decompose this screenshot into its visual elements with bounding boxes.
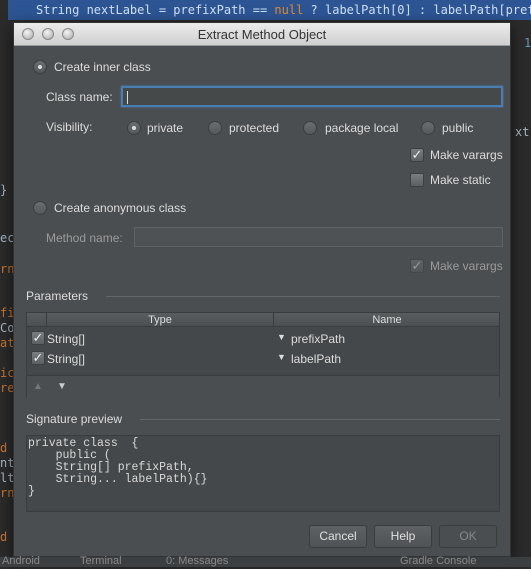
parameter-include-checkbox[interactable]: ✓: [31, 331, 45, 345]
visibility-protected-radio[interactable]: [208, 121, 222, 135]
parameters-divider: [106, 296, 500, 297]
signature-preview-text: private class { public ( String[] prefix…: [26, 435, 500, 512]
signature-preview-divider: [140, 419, 500, 420]
table-toolbar: ▲ ▼: [27, 375, 499, 399]
editor-highlighted-line: String nextLabel = prefixPath == null ? …: [0, 0, 531, 20]
make-static-label: Make static: [430, 173, 491, 187]
class-name-label: Class name:: [46, 90, 113, 104]
table-row[interactable]: ✓ String[] ▼ labelPath: [27, 348, 499, 368]
parameter-type: String[]: [47, 332, 86, 346]
dialog-title: Extract Method Object: [197, 27, 327, 42]
make-varargs-label: Make varargs: [430, 148, 503, 162]
parameter-include-checkbox[interactable]: ✓: [31, 351, 45, 365]
class-name-input[interactable]: [121, 86, 503, 107]
column-header-type[interactable]: Type: [46, 313, 273, 327]
code-fragment: }: [0, 183, 8, 197]
create-inner-class-label: Create inner class: [54, 60, 151, 74]
parameters-table: Type Name ✓ String[] ▼ prefixPath ✓ Stri…: [26, 312, 500, 399]
minimize-window-button[interactable]: [42, 28, 54, 40]
cancel-button[interactable]: Cancel: [309, 525, 367, 548]
extract-method-object-dialog: Extract Method Object Create inner class…: [13, 22, 511, 557]
close-window-button[interactable]: [22, 28, 34, 40]
zoom-window-button[interactable]: [62, 28, 74, 40]
make-varargs-checkbox[interactable]: ✓: [410, 148, 424, 162]
parameter-type: String[]: [47, 352, 86, 366]
table-row[interactable]: ✓ String[] ▼ prefixPath: [27, 328, 499, 348]
method-name-input[interactable]: [134, 227, 503, 247]
create-anonymous-class-radio[interactable]: [33, 201, 47, 215]
visibility-private-radio[interactable]: [127, 121, 141, 135]
code-fragment: d: [0, 530, 8, 544]
visibility-label: Visibility:: [46, 120, 93, 134]
parameters-heading: Parameters: [26, 289, 89, 303]
create-inner-class-radio[interactable]: [33, 60, 47, 74]
parameter-name: prefixPath: [291, 332, 346, 346]
code-fragment: d: [0, 441, 8, 455]
dropdown-arrow-icon[interactable]: ▼: [277, 352, 286, 362]
visibility-public-radio[interactable]: [421, 121, 435, 135]
method-name-label: Method name:: [46, 231, 123, 245]
column-header-name[interactable]: Name: [273, 313, 500, 327]
make-static-checkbox[interactable]: [410, 173, 424, 187]
help-button[interactable]: Help: [374, 525, 432, 548]
ok-button[interactable]: OK: [439, 525, 497, 548]
tool-window-bar: Android Terminal 0: Messages Gradle Cons…: [0, 555, 531, 567]
visibility-protected-label: protected: [229, 121, 280, 135]
parameter-name: labelPath: [291, 352, 342, 366]
visibility-package-local-radio[interactable]: [303, 121, 317, 135]
table-header: Type Name: [27, 313, 499, 327]
make-varargs-anonymous-checkbox[interactable]: ✓: [410, 259, 424, 273]
move-up-icon[interactable]: ▲: [33, 381, 43, 392]
visibility-package-local-label: package local: [325, 121, 399, 135]
code-fragment: xt: [515, 125, 530, 139]
text-cursor: [127, 91, 128, 104]
dropdown-arrow-icon[interactable]: ▼: [277, 332, 286, 342]
make-varargs-anonymous-label: Make varargs: [430, 259, 503, 273]
visibility-private-label: private: [147, 121, 184, 135]
code-fragment: 1: [524, 36, 531, 50]
dialog-titlebar[interactable]: Extract Method Object: [14, 23, 510, 46]
move-down-icon[interactable]: ▼: [57, 381, 67, 392]
signature-preview-heading: Signature preview: [26, 412, 123, 426]
visibility-public-label: public: [442, 121, 474, 135]
create-anonymous-class-label: Create anonymous class: [54, 201, 187, 215]
